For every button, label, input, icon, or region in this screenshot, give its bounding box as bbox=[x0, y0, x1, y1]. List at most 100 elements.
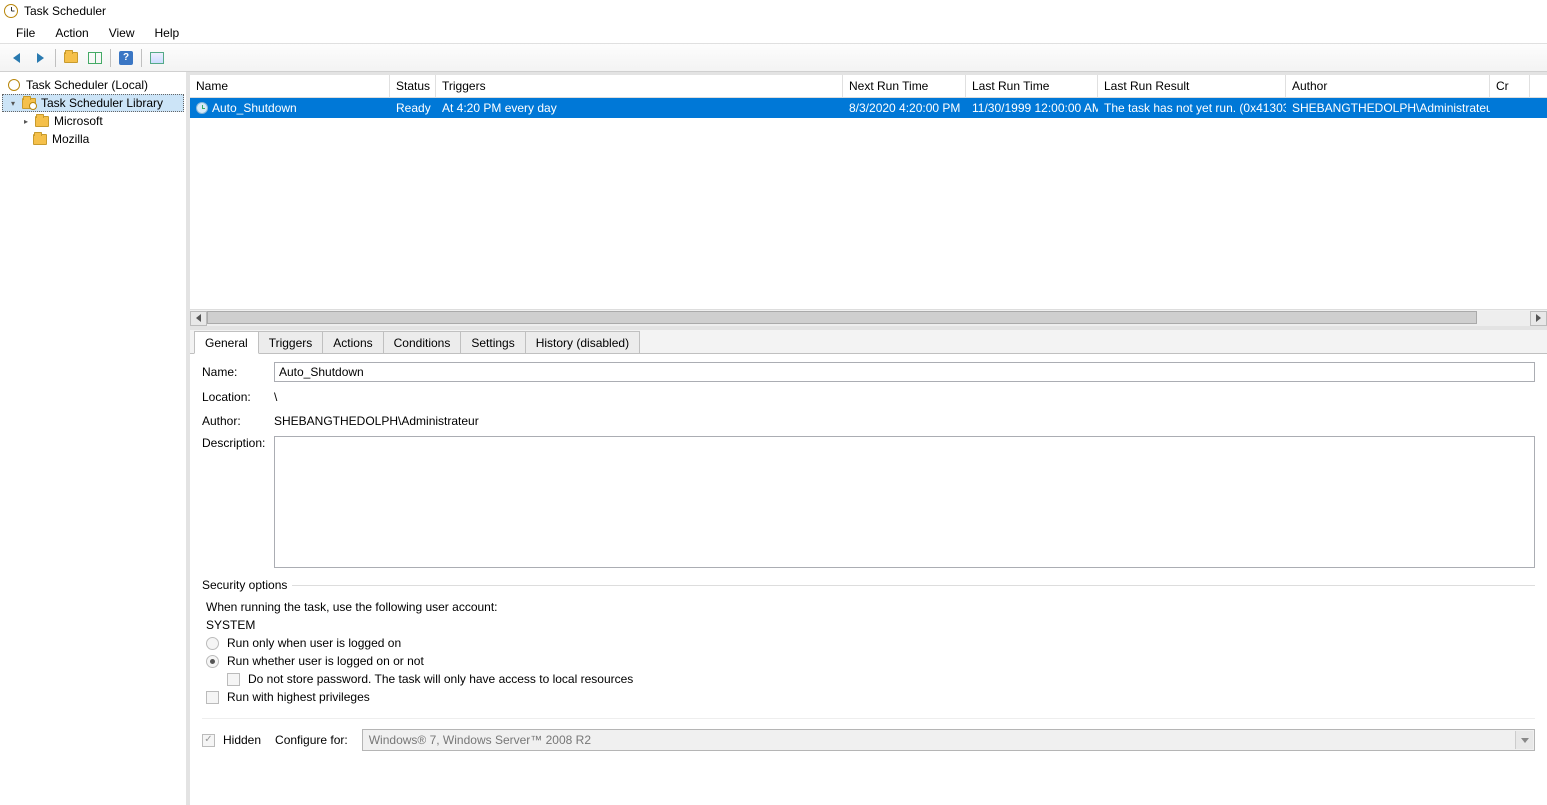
tree-library-label: Task Scheduler Library bbox=[41, 96, 163, 110]
tree-root[interactable]: Task Scheduler (Local) bbox=[2, 76, 184, 94]
name-input[interactable] bbox=[274, 362, 1535, 382]
tab-conditions[interactable]: Conditions bbox=[383, 331, 462, 353]
panels-icon bbox=[88, 52, 102, 64]
task-last-result: The task has not yet run. (0x41303) bbox=[1098, 101, 1286, 115]
tab-triggers[interactable]: Triggers bbox=[258, 331, 324, 353]
arrow-right-icon bbox=[37, 53, 44, 63]
tab-settings[interactable]: Settings bbox=[460, 331, 525, 353]
tree-pane: Task Scheduler (Local) ▾ Task Scheduler … bbox=[0, 72, 190, 805]
tree-child-label: Microsoft bbox=[54, 114, 103, 128]
security-options-label: Security options bbox=[202, 578, 1535, 592]
window-title: Task Scheduler bbox=[24, 4, 106, 18]
toolbar: ? bbox=[0, 44, 1547, 72]
tree-child-microsoft[interactable]: ▸ Microsoft bbox=[2, 112, 184, 130]
checkbox-hidden bbox=[202, 734, 215, 747]
configure-for-label: Configure for: bbox=[275, 733, 348, 747]
clock-icon bbox=[8, 79, 20, 91]
tab-actions[interactable]: Actions bbox=[322, 331, 383, 353]
configure-for-select: Windows® 7, Windows Server™ 2008 R2 bbox=[362, 729, 1535, 751]
scrollbar-track[interactable] bbox=[207, 311, 1530, 326]
run-whether-label: Run whether user is logged on or not bbox=[227, 654, 424, 668]
col-triggers[interactable]: Triggers bbox=[436, 75, 843, 97]
menu-bar: File Action View Help bbox=[0, 22, 1547, 44]
tree-root-label: Task Scheduler (Local) bbox=[26, 78, 148, 92]
menu-view[interactable]: View bbox=[99, 23, 145, 43]
scroll-left-button[interactable] bbox=[190, 311, 207, 326]
radio-run-whether bbox=[206, 655, 219, 668]
task-author: SHEBANGTHEDOLPH\Administrateur bbox=[1286, 101, 1490, 115]
tab-general-body: Name: Location: \ Author: SHEBANGTHEDOLP… bbox=[190, 354, 1547, 805]
run-logged-on-label: Run only when user is logged on bbox=[227, 636, 401, 650]
library-folder-icon bbox=[22, 98, 36, 109]
user-account-value: SYSTEM bbox=[206, 618, 255, 632]
col-created[interactable]: Cr bbox=[1490, 75, 1530, 97]
no-store-label: Do not store password. The task will onl… bbox=[248, 672, 633, 686]
label-description: Description: bbox=[202, 436, 274, 450]
scrollbar-thumb[interactable] bbox=[207, 311, 1477, 324]
configure-for-value: Windows® 7, Windows Server™ 2008 R2 bbox=[369, 733, 591, 747]
task-triggers: At 4:20 PM every day bbox=[436, 101, 843, 115]
radio-run-logged-on bbox=[206, 637, 219, 650]
dropdown-button bbox=[1515, 731, 1533, 749]
triangle-right-icon bbox=[1536, 314, 1541, 322]
col-last-result[interactable]: Last Run Result bbox=[1098, 75, 1286, 97]
tree-child-label: Mozilla bbox=[52, 132, 89, 146]
menu-action[interactable]: Action bbox=[45, 23, 98, 43]
expand-icon[interactable]: ▸ bbox=[20, 115, 32, 127]
task-last-run: 11/30/1999 12:00:00 AM bbox=[966, 101, 1098, 115]
task-list: Name Status Triggers Next Run Time Last … bbox=[190, 75, 1547, 330]
tab-general[interactable]: General bbox=[194, 331, 259, 354]
when-running-label: When running the task, use the following… bbox=[206, 600, 498, 614]
chevron-down-icon bbox=[1521, 738, 1529, 743]
task-status: Ready bbox=[390, 101, 436, 115]
help-button[interactable]: ? bbox=[115, 47, 137, 69]
folder-icon bbox=[33, 134, 47, 145]
col-author[interactable]: Author bbox=[1286, 75, 1490, 97]
checkbox-no-store-password bbox=[227, 673, 240, 686]
show-panes-button[interactable] bbox=[84, 47, 106, 69]
detail-tabs: General Triggers Actions Conditions Sett… bbox=[190, 330, 1547, 354]
toolbar-separator bbox=[55, 49, 56, 67]
checkbox-highest-privileges bbox=[206, 691, 219, 704]
nav-back-button[interactable] bbox=[5, 47, 27, 69]
task-list-header: Name Status Triggers Next Run Time Last … bbox=[190, 75, 1547, 98]
clock-icon bbox=[4, 4, 18, 18]
help-icon: ? bbox=[119, 51, 133, 65]
collapse-icon[interactable]: ▾ bbox=[7, 97, 19, 109]
task-row[interactable]: Auto_Shutdown Ready At 4:20 PM every day… bbox=[190, 98, 1547, 118]
col-last-run[interactable]: Last Run Time bbox=[966, 75, 1098, 97]
task-name: Auto_Shutdown bbox=[212, 101, 297, 115]
description-input[interactable] bbox=[274, 436, 1535, 568]
col-next-run[interactable]: Next Run Time bbox=[843, 75, 966, 97]
title-bar: Task Scheduler bbox=[0, 0, 1547, 22]
folder-icon bbox=[35, 116, 49, 127]
hidden-label: Hidden bbox=[223, 733, 261, 747]
detail-pane: General Triggers Actions Conditions Sett… bbox=[190, 330, 1547, 805]
tree-child-mozilla[interactable]: Mozilla bbox=[2, 130, 184, 148]
label-author: Author: bbox=[202, 414, 274, 428]
col-name[interactable]: Name bbox=[190, 75, 390, 97]
properties-button[interactable] bbox=[60, 47, 82, 69]
tab-history[interactable]: History (disabled) bbox=[525, 331, 640, 353]
tools-icon bbox=[150, 52, 164, 64]
label-location: Location: bbox=[202, 390, 274, 404]
label-name: Name: bbox=[202, 365, 274, 379]
tree-library[interactable]: ▾ Task Scheduler Library bbox=[2, 94, 184, 112]
arrow-left-icon bbox=[13, 53, 20, 63]
scroll-right-button[interactable] bbox=[1530, 311, 1547, 326]
toolbar-separator bbox=[141, 49, 142, 67]
nav-forward-button[interactable] bbox=[29, 47, 51, 69]
location-value: \ bbox=[274, 388, 277, 406]
highest-label: Run with highest privileges bbox=[227, 690, 370, 704]
toolbar-separator bbox=[110, 49, 111, 67]
task-next-run: 8/3/2020 4:20:00 PM bbox=[843, 101, 966, 115]
folder-icon bbox=[64, 52, 78, 63]
action-pane-button[interactable] bbox=[146, 47, 168, 69]
task-icon bbox=[196, 102, 208, 114]
menu-file[interactable]: File bbox=[6, 23, 45, 43]
triangle-left-icon bbox=[196, 314, 201, 322]
col-status[interactable]: Status bbox=[390, 75, 436, 97]
horizontal-scrollbar[interactable] bbox=[190, 309, 1547, 326]
author-value: SHEBANGTHEDOLPH\Administrateur bbox=[274, 412, 479, 430]
menu-help[interactable]: Help bbox=[145, 23, 190, 43]
